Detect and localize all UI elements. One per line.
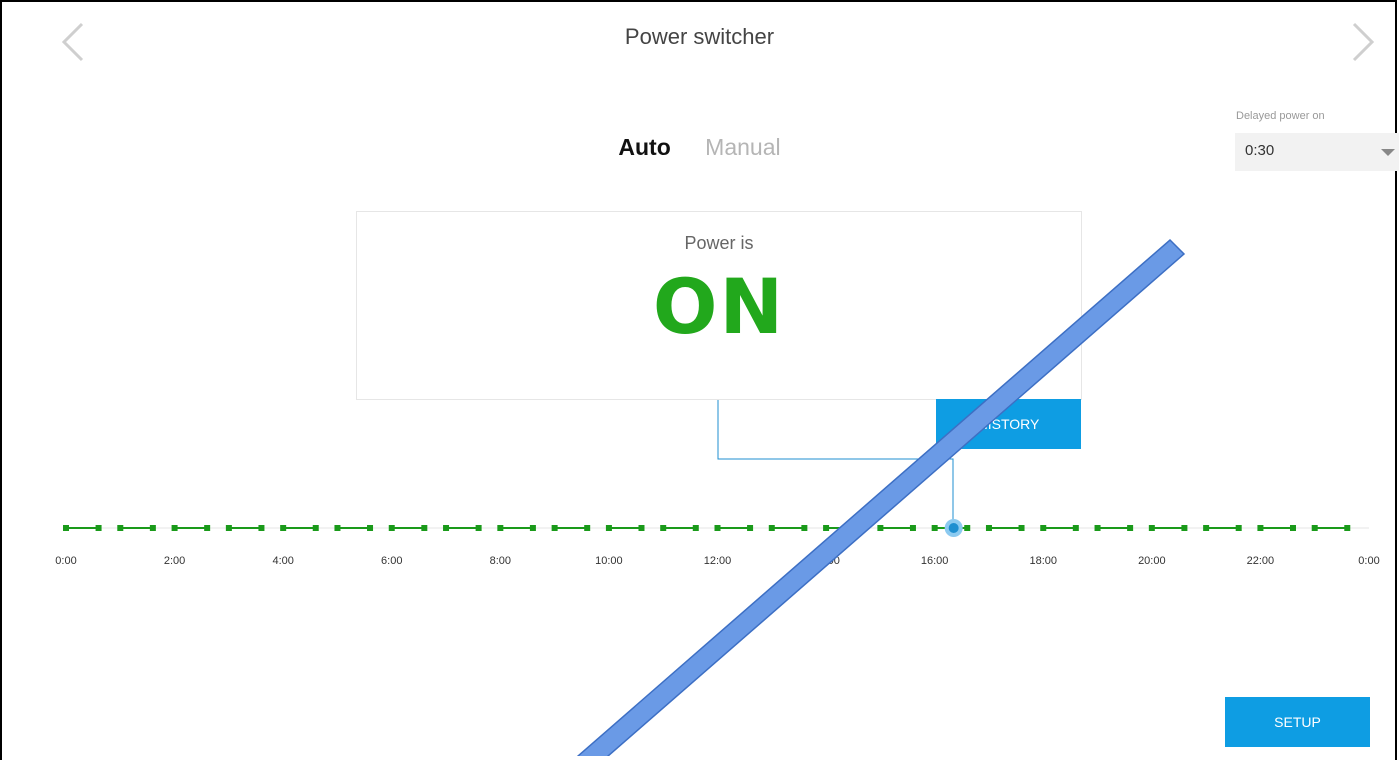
schedule-slot-endpoint bbox=[855, 525, 862, 531]
schedule-slot-endpoint bbox=[497, 525, 504, 531]
schedule-slot-endpoint bbox=[964, 525, 971, 531]
schedule-slot-endpoint bbox=[1072, 525, 1079, 531]
timeline-tick-label: 22:00 bbox=[1246, 555, 1275, 567]
power-status-card: Power is ON bbox=[356, 211, 1082, 400]
schedule-slot-endpoint bbox=[421, 525, 428, 531]
timeline-track bbox=[63, 519, 1369, 537]
schedule-slot-endpoint bbox=[367, 525, 374, 531]
schedule-slot-endpoint bbox=[95, 525, 102, 531]
timeline-tick-label: 20:00 bbox=[1138, 555, 1166, 567]
schedule-slot-endpoint bbox=[1148, 525, 1155, 531]
power-status-value: ON bbox=[652, 262, 786, 351]
schedule-slot-endpoint bbox=[149, 525, 156, 531]
mode-tabs: Auto Manual bbox=[0, 134, 1399, 161]
schedule-slot-endpoint bbox=[204, 525, 211, 531]
schedule-slot-endpoint bbox=[529, 525, 536, 531]
schedule-slot-endpoint bbox=[117, 525, 124, 531]
schedule-slot-endpoint bbox=[171, 525, 178, 531]
caret-down-icon bbox=[1381, 149, 1395, 156]
timeline-tick-label: 6:00 bbox=[381, 555, 403, 567]
schedule-slot-endpoint bbox=[768, 525, 775, 531]
schedule-slot-endpoint bbox=[312, 525, 319, 531]
schedule-slot-endpoint bbox=[1203, 525, 1210, 531]
schedule-slot-endpoint bbox=[1257, 525, 1264, 531]
current-time-marker bbox=[948, 523, 959, 533]
schedule-slot-endpoint bbox=[258, 525, 265, 531]
schedule-slot-endpoint bbox=[1289, 525, 1296, 531]
schedule-slot-endpoint bbox=[225, 525, 232, 531]
schedule-slot-endpoint bbox=[985, 525, 992, 531]
schedule-slot-endpoint bbox=[475, 525, 482, 531]
timeline-tick-label: 0:00 bbox=[1358, 555, 1380, 567]
schedule-slot-endpoint bbox=[801, 525, 808, 531]
schedule-slot-endpoint bbox=[280, 525, 287, 531]
setup-button[interactable]: SETUP bbox=[1225, 697, 1370, 747]
delayed-power-select[interactable]: 0:30 bbox=[1235, 133, 1399, 171]
schedule-slot-endpoint bbox=[1040, 525, 1047, 531]
history-button[interactable]: HISTORY bbox=[936, 399, 1081, 449]
schedule-slot-endpoint bbox=[334, 525, 341, 531]
schedule-slot-endpoint bbox=[638, 525, 645, 531]
schedule-slot-endpoint bbox=[747, 525, 754, 531]
timeline-tick-label: 16:00 bbox=[920, 555, 949, 567]
timeline-tick-label: 8:00 bbox=[489, 555, 512, 567]
power-status-label: Power is bbox=[684, 233, 754, 253]
schedule-slot-endpoint bbox=[1127, 525, 1134, 531]
schedule-slot-endpoint bbox=[605, 525, 612, 531]
timeline-tick-label: 2:00 bbox=[163, 555, 186, 567]
timeline-tick-label: 10:00 bbox=[595, 555, 623, 567]
timeline-tick-label: 18:00 bbox=[1029, 555, 1058, 567]
schedule-slot-endpoint bbox=[1094, 525, 1101, 531]
schedule-slot-endpoint bbox=[660, 525, 667, 531]
timeline-tick-label: 14:00 bbox=[812, 555, 840, 567]
schedule-slot-endpoint bbox=[63, 525, 69, 531]
schedule-slot-endpoint bbox=[388, 525, 395, 531]
page-title: Power switcher bbox=[624, 24, 775, 49]
delayed-power-label: Delayed power on bbox=[1236, 110, 1325, 122]
tab-manual[interactable]: Manual bbox=[705, 134, 780, 161]
schedule-slot-endpoint bbox=[877, 525, 884, 531]
schedule-slot-endpoint bbox=[1018, 525, 1025, 531]
schedule-slot-endpoint bbox=[551, 525, 558, 531]
schedule-slot-endpoint bbox=[1344, 525, 1351, 531]
timeline-tick-label: 4:00 bbox=[272, 555, 294, 567]
schedule-slot-endpoint bbox=[443, 525, 450, 531]
schedule-slot-endpoint bbox=[1311, 525, 1318, 531]
schedule-timeline[interactable]: 0:00 2:00 4:00 6:00 8:00 10:00 12:00 14:00 16:00… bbox=[0, 500, 1399, 580]
tab-auto[interactable]: Auto bbox=[618, 134, 670, 161]
schedule-slot-endpoint bbox=[1235, 525, 1242, 531]
schedule-slot-endpoint bbox=[692, 525, 699, 531]
schedule-slot-endpoint bbox=[1181, 525, 1188, 531]
timeline-tick-label: 0:00 bbox=[55, 555, 77, 567]
schedule-slot-endpoint bbox=[823, 525, 830, 531]
schedule-slot-endpoint bbox=[909, 525, 916, 531]
schedule-slot-endpoint bbox=[714, 525, 721, 531]
schedule-slot-endpoint bbox=[931, 525, 938, 531]
delayed-power-value: 0:30 bbox=[1245, 142, 1275, 159]
schedule-slot-endpoint bbox=[584, 525, 591, 531]
timeline-tick-label: 12:00 bbox=[703, 555, 732, 567]
